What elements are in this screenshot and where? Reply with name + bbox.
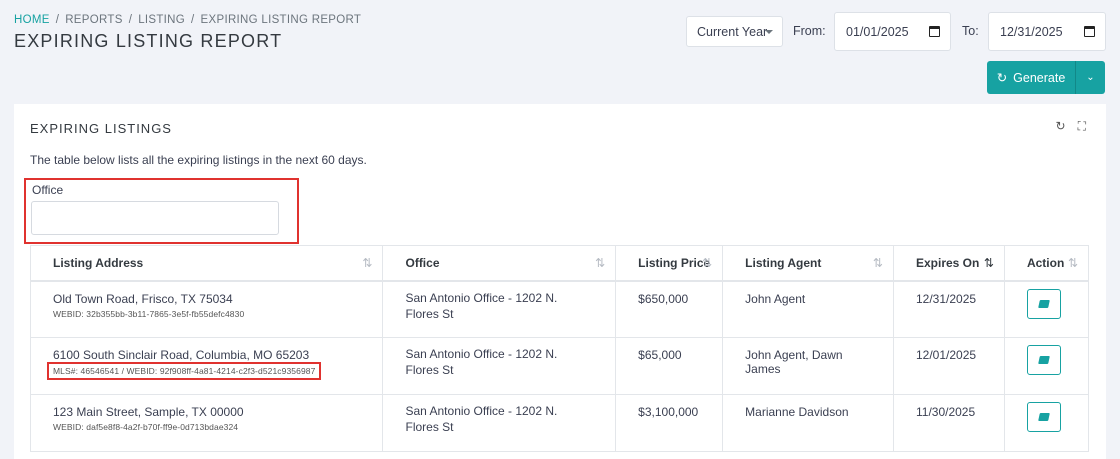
- listing-webid: WEBID: 32b355bb-3b11-7865-3e5f-fb55defc4…: [53, 308, 245, 319]
- listing-mls-webid-highlighted: MLS#: 46546541 / WEBID: 92f908ff-4a81-42…: [46, 362, 322, 380]
- sort-icon[interactable]: ⇅: [702, 256, 712, 270]
- table-header-row: Listing Address ⇅ Office ⇅ Listing Price ⇅ …: [29, 245, 1090, 282]
- book-icon: [1038, 413, 1050, 421]
- expiring-listings-table: Listing Address ⇅ Office ⇅ Listing Price ⇅ …: [29, 245, 1090, 452]
- column-label: Listing Address: [53, 255, 144, 270]
- table-row: 6100 South Sinclair Road, Columbia, MO 6…: [29, 337, 1090, 395]
- cell-price: $650,000: [615, 280, 724, 338]
- office-filter-highlight: Office: [24, 178, 299, 244]
- card-title: EXPIRING LISTINGS: [30, 121, 172, 136]
- calendar-icon[interactable]: [929, 26, 940, 37]
- to-date-input[interactable]: 12/31/2025: [988, 12, 1106, 51]
- cell-office: San Antonio Office - 1202 N. Flores St: [382, 280, 617, 338]
- cell-address: 123 Main Street, Sample, TX 00000 WEBID: …: [29, 394, 384, 452]
- breadcrumb-separator: /: [128, 14, 133, 26]
- generate-button[interactable]: ↻ Generate: [987, 61, 1075, 94]
- calendar-icon[interactable]: [1084, 26, 1095, 37]
- refresh-icon: ↻: [996, 71, 1008, 85]
- cell-action: [1003, 280, 1090, 338]
- book-icon: [1038, 356, 1050, 364]
- listing-address: 6100 South Sinclair Road, Columbia, MO 6…: [53, 348, 310, 362]
- breadcrumb: HOME / REPORTS / LISTING / EXPIRING LIST…: [14, 14, 361, 26]
- to-label: To:: [962, 24, 979, 38]
- cell-office: San Antonio Office - 1202 N. Flores St: [382, 394, 617, 452]
- view-button[interactable]: [1026, 345, 1061, 375]
- column-expires-on[interactable]: Expires On ⇅: [892, 245, 1005, 282]
- listing-address: 123 Main Street, Sample, TX 00000: [53, 405, 244, 419]
- caret-down-icon: [765, 30, 773, 34]
- view-button[interactable]: [1026, 402, 1061, 432]
- cell-price: $3,100,000: [615, 394, 724, 452]
- cell-address: 6100 South Sinclair Road, Columbia, MO 6…: [29, 337, 384, 395]
- breadcrumb-home[interactable]: HOME: [14, 14, 50, 26]
- cell-office: San Antonio Office - 1202 N. Flores St: [382, 337, 617, 395]
- listing-webid: WEBID: daf5e8f8-4a2f-b70f-ff9e-0d713bdae…: [53, 422, 239, 432]
- fullscreen-icon[interactable]: ⛶: [1078, 119, 1086, 134]
- table-row: 123 Main Street, Sample, TX 00000 WEBID: …: [29, 394, 1090, 452]
- generate-button-group: ↻ Generate ⌄: [987, 61, 1105, 94]
- cell-expires: 12/01/2025: [892, 337, 1005, 395]
- column-listing-address[interactable]: Listing Address ⇅: [29, 245, 384, 282]
- sort-icon[interactable]: ⇅: [873, 256, 883, 270]
- page-title: EXPIRING LISTING REPORT: [14, 31, 283, 51]
- cell-price: $65,000: [615, 337, 724, 395]
- cell-expires: 11/30/2025: [892, 394, 1005, 452]
- column-label: Office: [405, 255, 440, 270]
- column-listing-price[interactable]: Listing Price ⇅: [615, 245, 724, 282]
- cell-expires: 12/31/2025: [892, 280, 1005, 338]
- from-date-input[interactable]: 01/01/2025: [834, 12, 951, 51]
- column-action[interactable]: Action ⇅: [1003, 245, 1090, 282]
- generate-dropdown-toggle[interactable]: ⌄: [1076, 72, 1105, 83]
- cell-agent: John Agent: [722, 280, 894, 338]
- cell-action: [1003, 394, 1090, 452]
- from-date-value: 01/01/2025: [846, 24, 909, 39]
- breadcrumb-reports[interactable]: REPORTS: [65, 14, 122, 26]
- column-label: Listing Price: [638, 255, 711, 270]
- sort-icon[interactable]: ⇅: [1068, 256, 1078, 270]
- office-input[interactable]: [31, 201, 279, 235]
- card-description: The table below lists all the expiring l…: [30, 153, 367, 167]
- column-office[interactable]: Office ⇅: [382, 245, 617, 282]
- sort-desc-icon[interactable]: ⇅: [984, 256, 994, 270]
- column-label: Expires On: [915, 255, 980, 270]
- expiring-listings-card: EXPIRING LISTINGS ↻ ⛶ The table below li…: [14, 104, 1106, 459]
- breadcrumb-separator: /: [191, 14, 195, 26]
- card-tools: ↻ ⛶: [1056, 119, 1086, 134]
- reload-icon[interactable]: ↻: [1056, 119, 1066, 134]
- column-label: Action: [1026, 255, 1065, 270]
- breadcrumb-listing[interactable]: LISTING: [138, 14, 185, 26]
- sort-icon[interactable]: ⇅: [362, 256, 372, 270]
- period-select-value: Current Year: [697, 24, 768, 39]
- cell-action: [1003, 337, 1090, 395]
- cell-agent: Marianne Davidson: [722, 394, 894, 452]
- chevron-down-icon: ⌄: [1086, 72, 1095, 83]
- breadcrumb-separator: /: [55, 14, 60, 26]
- cell-agent: John Agent, Dawn James: [722, 337, 894, 395]
- cell-address: Old Town Road, Frisco, TX 75034 WEBID: 32…: [29, 280, 384, 338]
- breadcrumb-current: EXPIRING LISTING REPORT: [200, 14, 362, 26]
- to-date-value: 12/31/2025: [1000, 24, 1063, 39]
- column-listing-agent[interactable]: Listing Agent ⇅: [722, 245, 894, 282]
- from-label: From:: [793, 24, 826, 38]
- listing-address: Old Town Road, Frisco, TX 75034: [53, 291, 233, 306]
- period-select[interactable]: Current Year: [686, 16, 783, 47]
- sort-icon[interactable]: ⇅: [595, 256, 605, 270]
- book-icon: [1038, 299, 1050, 308]
- view-button[interactable]: [1026, 288, 1061, 319]
- generate-label: Generate: [1013, 70, 1066, 85]
- table-row: Old Town Road, Frisco, TX 75034 WEBID: 32…: [29, 280, 1090, 338]
- column-label: Listing Agent: [745, 255, 822, 270]
- office-label: Office: [32, 183, 64, 197]
